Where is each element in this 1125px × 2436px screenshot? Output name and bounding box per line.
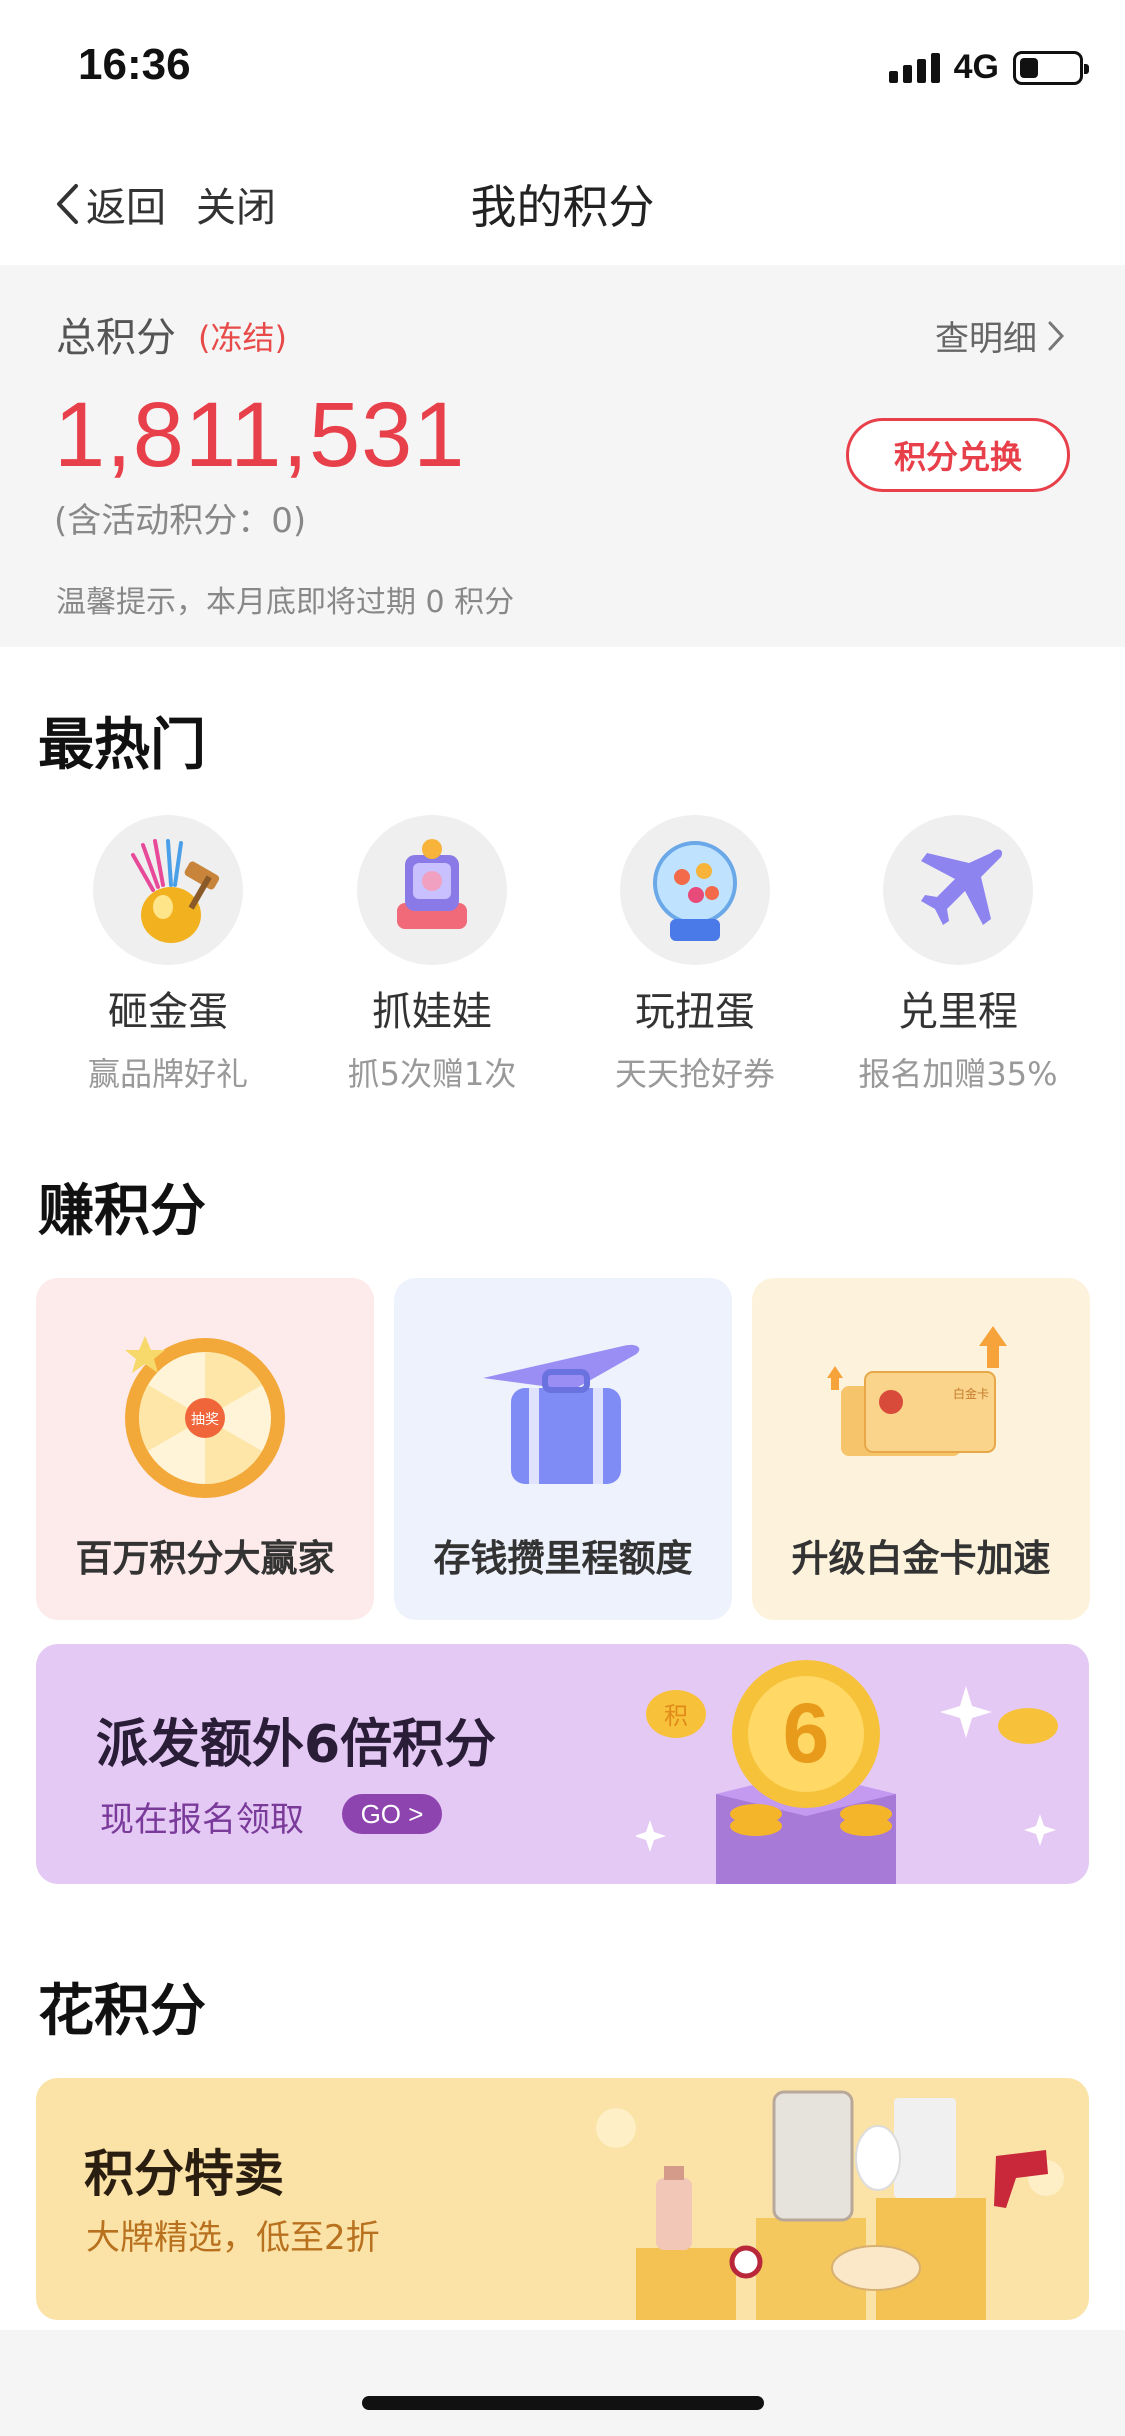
- signal-icon: [888, 52, 940, 83]
- chevron-right-icon: [1048, 321, 1065, 350]
- hot-item-sub: 天天抢好券: [614, 1055, 775, 1093]
- golden-egg-icon: [93, 815, 243, 965]
- credit-card-upgrade-icon: 白金卡: [827, 1326, 1007, 1456]
- gold-coin-illustration: 6 积: [636, 1660, 1058, 1884]
- card-text: 白金卡: [953, 1386, 989, 1401]
- earn-card-label: 百万积分大赢家: [75, 1537, 335, 1580]
- points-detail-link[interactable]: 查明细: [935, 311, 1065, 360]
- section-title-spend: 花积分: [38, 1979, 206, 2044]
- hot-item-sub: 赢品牌好礼: [87, 1055, 248, 1093]
- promo-badge-number: 6: [783, 1686, 830, 1780]
- expiry-tip: 温馨提示，本月底即将过期 0 积分: [56, 585, 515, 620]
- home-indicator: [362, 2396, 764, 2410]
- frozen-link[interactable]: (冻结): [198, 313, 287, 359]
- prize-wheel-icon: 抽奖: [125, 1336, 285, 1498]
- battery-icon: [1013, 50, 1089, 85]
- page-title: 我的积分: [470, 180, 655, 234]
- earn-card-label: 升级白金卡加速: [791, 1537, 1051, 1580]
- earn-card-savings[interactable]: 存钱攒里程额度: [394, 1278, 732, 1620]
- sale-title: 积分特卖: [84, 2145, 284, 2203]
- airplane-icon: [883, 815, 1033, 965]
- hot-item-egg[interactable]: 砸金蛋 赢品牌好礼: [36, 815, 300, 1093]
- hot-item-sub: 报名加赠35%: [858, 1055, 1058, 1093]
- activity-points: (含活动积分：0): [54, 501, 307, 541]
- sale-subtitle: 大牌精选，低至2折: [86, 2218, 380, 2258]
- status-bar: 16:36 4G: [0, 0, 1125, 135]
- exchange-button[interactable]: 积分兑换: [846, 418, 1070, 492]
- hot-item-gacha[interactable]: 玩扭蛋 天天抢好券: [563, 815, 827, 1093]
- hot-item-sub: 抓5次赠1次: [347, 1055, 517, 1093]
- hot-item-name: 兑里程: [898, 989, 1018, 1035]
- total-points-label: 总积分: [56, 315, 176, 361]
- total-points-value: 1,811,531: [54, 384, 466, 486]
- nav-bar: 返回 关闭 我的积分: [0, 135, 1125, 265]
- earn-card-lottery[interactable]: 抽奖 百万积分大赢家: [36, 1278, 374, 1620]
- travel-suitcase-icon: [483, 1344, 640, 1484]
- points-detail-label: 查明细: [935, 319, 1037, 359]
- network-label: 4G: [953, 48, 999, 86]
- promo-subtitle: 现在报名领取: [100, 1800, 304, 1840]
- section-title-earn: 赚积分: [38, 1179, 206, 1244]
- hot-item-name: 玩扭蛋: [635, 989, 755, 1035]
- hot-item-mileage[interactable]: 兑里程 报名加赠35%: [826, 815, 1090, 1093]
- promo-banner[interactable]: 派发额外6倍积分 现在报名领取 GO > 6 积: [36, 1644, 1089, 1884]
- promo-go-button[interactable]: GO >: [342, 1794, 442, 1834]
- points-summary: 总积分 (冻结) 查明细 1,811,531 (含活动积分：0) 积分兑换 温馨…: [0, 265, 1125, 647]
- hot-item-claw[interactable]: 抓娃娃 抓5次赠1次: [300, 815, 564, 1093]
- claw-machine-icon: [357, 815, 507, 965]
- earn-card-platinum[interactable]: 白金卡 升级白金卡加速: [752, 1278, 1090, 1620]
- promo-title: 派发额外6倍积分: [96, 1715, 497, 1775]
- earn-card-label: 存钱攒里程额度: [433, 1537, 693, 1580]
- hot-item-name: 砸金蛋: [108, 989, 228, 1035]
- coin-text: 积: [664, 1702, 688, 1730]
- status-indicators: 4G: [888, 48, 1089, 87]
- section-title-hot: 最热门: [38, 713, 206, 778]
- sale-banner[interactable]: 积分特卖 大牌精选，低至2折: [36, 2078, 1089, 2320]
- status-time: 16:36: [78, 40, 191, 89]
- bottom-safe-area: [0, 2330, 1125, 2436]
- wheel-center-label: 抽奖: [191, 1411, 219, 1428]
- gacha-machine-icon: [620, 815, 770, 965]
- products-illustration: [596, 2090, 1064, 2320]
- hot-item-name: 抓娃娃: [372, 989, 492, 1035]
